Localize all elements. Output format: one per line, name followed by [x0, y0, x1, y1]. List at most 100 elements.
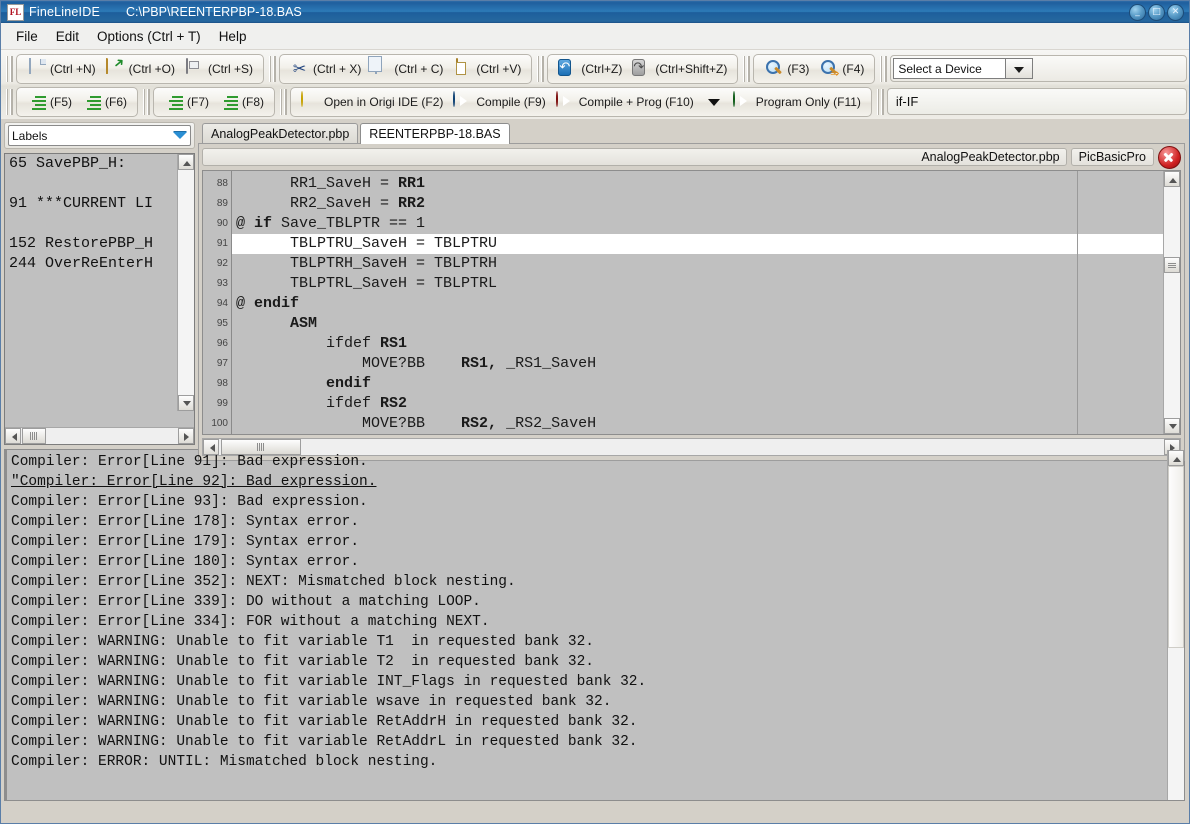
tab-reenterpbp[interactable]: REENTERPBP-18.BAS — [360, 123, 509, 144]
device-select-value[interactable]: Select a Device — [893, 58, 1005, 79]
compiler-output-text[interactable]: Compiler: Error[Line 91]: Bad expression… — [5, 450, 1167, 800]
device-select[interactable]: Select a Device — [893, 58, 1033, 79]
compile-button[interactable]: Compile (F9) — [448, 91, 550, 112]
new-file-icon — [27, 59, 46, 78]
vscroll-thumb[interactable] — [1164, 257, 1180, 273]
labels-selector[interactable]: Labels — [8, 125, 191, 146]
uncomment-button[interactable]: (F8) — [214, 92, 269, 111]
find-next-button[interactable]: ⇒ (F4) — [814, 58, 869, 79]
output-line[interactable]: Compiler: WARNING: Unable to fit variabl… — [11, 732, 1167, 752]
close-circle-icon[interactable] — [1158, 146, 1181, 169]
maximize-button[interactable]: □ — [1148, 4, 1165, 21]
scroll-down-icon[interactable] — [1164, 418, 1180, 434]
hscroll-thumb[interactable] — [221, 439, 301, 455]
scroll-track[interactable] — [178, 170, 194, 395]
toolbar-grip-icon-2[interactable] — [269, 56, 276, 82]
compile-and-program-label: Compile + Prog (F10) — [579, 95, 694, 109]
compile-prog-play-red-icon — [556, 92, 575, 111]
undo-button[interactable]: ↶ (Ctrl+Z) — [553, 58, 627, 79]
output-vertical-scrollbar[interactable] — [1167, 450, 1184, 800]
indent-right-button[interactable]: (F5) — [22, 92, 77, 111]
diamond-dropdown-icon[interactable] — [173, 132, 187, 146]
indent-left-button[interactable]: (F6) — [77, 92, 132, 111]
output-line[interactable]: Compiler: ERROR: UNTIL: Mismatched block… — [11, 752, 1167, 772]
find-next-magnifier-icon: ⇒ — [819, 59, 838, 78]
close-button[interactable]: ✕ — [1167, 4, 1184, 21]
output-line[interactable]: Compiler: WARNING: Unable to fit variabl… — [11, 632, 1167, 652]
menu-file[interactable]: File — [7, 26, 47, 47]
new-file-button[interactable]: (Ctrl +N) — [22, 58, 101, 79]
compile-label: Compile (F9) — [476, 95, 545, 109]
comment-button[interactable]: (F7) — [159, 92, 214, 111]
output-line[interactable]: Compiler: WARNING: Unable to fit variabl… — [11, 712, 1167, 732]
minimize-button[interactable]: _ — [1129, 4, 1146, 21]
code-text-area[interactable]: RR1_SaveH = RR1 RR2_SaveH = RR2 @ if Sav… — [232, 171, 1163, 434]
toolbar-grip-icon-9[interactable] — [877, 89, 884, 115]
output-line-selected[interactable]: "Compiler: Error[Line 92]: Bad expressio… — [11, 472, 1167, 492]
scroll-left-icon[interactable] — [203, 439, 219, 455]
paste-button[interactable]: (Ctrl +V) — [448, 58, 526, 79]
code-text: TBLPTRL_SaveH = TBLPTRL — [236, 275, 497, 292]
scroll-up-icon[interactable] — [1168, 450, 1184, 466]
toolbar-grip-icon-4[interactable] — [743, 56, 750, 82]
open-file-button[interactable]: (Ctrl +O) — [101, 58, 180, 79]
build-dropdown-button[interactable] — [699, 91, 728, 112]
menu-edit[interactable]: Edit — [47, 26, 88, 47]
output-line[interactable]: Compiler: Error[Line 93]: Bad expression… — [11, 492, 1167, 512]
output-line[interactable]: Compiler: WARNING: Unable to fit variabl… — [11, 652, 1167, 672]
labels-listbox[interactable]: 65 SavePBP_H: 91 ***CURRENT LI 152 Resto… — [4, 153, 195, 445]
list-item[interactable]: 65 SavePBP_H: — [5, 154, 194, 174]
scroll-right-icon[interactable] — [178, 428, 194, 444]
copy-button[interactable]: (Ctrl + C) — [366, 58, 448, 79]
list-item[interactable]: 244 OverReEnterH — [5, 254, 194, 274]
toolbar-grip-icon[interactable] — [6, 56, 13, 82]
menu-help[interactable]: Help — [210, 26, 256, 47]
code-scroll-area[interactable]: 88 89 90 91 92 93 94 95 96 97 98 99 — [203, 171, 1163, 434]
code-editor[interactable]: 88 89 90 91 92 93 94 95 96 97 98 99 — [202, 170, 1181, 435]
output-line[interactable]: Compiler: Error[Line 334]: FOR without a… — [11, 612, 1167, 632]
output-line[interactable]: Compiler: Error[Line 179]: Syntax error. — [11, 532, 1167, 552]
labels-vertical-scrollbar[interactable] — [177, 154, 194, 411]
scroll-down-icon[interactable] — [178, 395, 194, 411]
compiler-output-box[interactable]: Compiler: Error[Line 91]: Bad expression… — [4, 449, 1185, 801]
output-line[interactable]: Compiler: Error[Line 352]: NEXT: Mismatc… — [11, 572, 1167, 592]
labels-horizontal-scrollbar[interactable] — [5, 427, 194, 444]
scroll-left-icon[interactable] — [5, 428, 21, 444]
code-line-highlighted: TBLPTRU_SaveH = TBLPTRU — [232, 234, 1163, 254]
toolbar-grip-icon-7[interactable] — [143, 89, 150, 115]
output-line[interactable]: Compiler: Error[Line 339]: DO without a … — [11, 592, 1167, 612]
scroll-up-icon[interactable] — [1164, 171, 1180, 187]
toolbar-grip-icon-8[interactable] — [280, 89, 287, 115]
open-in-origi-ide-button[interactable]: Open in Origi IDE (F2) — [296, 91, 448, 112]
code-text: Save_TBLPTR == 1 — [272, 215, 425, 232]
status-field: if-IF — [887, 88, 1187, 115]
list-item[interactable]: 152 RestorePBP_H — [5, 234, 194, 254]
cut-button[interactable]: ✂ (Ctrl + X) — [285, 58, 366, 79]
vscroll-thumb[interactable] — [1168, 466, 1184, 648]
language-pill[interactable]: PicBasicPro — [1071, 148, 1154, 166]
line-number: 97 — [203, 354, 231, 374]
program-only-button[interactable]: Program Only (F11) — [728, 91, 866, 112]
menu-options[interactable]: Options (Ctrl + T) — [88, 26, 210, 47]
redo-button[interactable]: ↷ (Ctrl+Shift+Z) — [627, 58, 732, 79]
output-line[interactable]: Compiler: Error[Line 91]: Bad expression… — [11, 452, 1167, 472]
output-line[interactable]: Compiler: Error[Line 178]: Syntax error. — [11, 512, 1167, 532]
toolbar-grip-icon-6[interactable] — [6, 89, 13, 115]
chevron-down-icon[interactable] — [1005, 58, 1033, 79]
hscroll-thumb[interactable] — [22, 428, 46, 444]
editor-vertical-scrollbar[interactable] — [1163, 171, 1180, 434]
compile-and-program-button[interactable]: Compile + Prog (F10) — [551, 91, 699, 112]
toolbar-grip-icon-3[interactable] — [537, 56, 544, 82]
save-file-button[interactable]: (Ctrl +S) — [180, 58, 258, 79]
toolbar-grip-icon-5[interactable] — [880, 56, 887, 82]
list-item[interactable]: 91 ***CURRENT LI — [5, 194, 194, 214]
scroll-up-icon[interactable] — [178, 154, 194, 170]
line-number: 100 — [203, 414, 231, 434]
output-line[interactable]: Compiler: WARNING: Unable to fit variabl… — [11, 672, 1167, 692]
toolbar-row-1: (Ctrl +N) (Ctrl +O) (Ctrl +S) ✂ (Ctrl + … — [1, 52, 1189, 85]
code-keyword: RS2, — [461, 415, 497, 432]
output-line[interactable]: Compiler: WARNING: Unable to fit variabl… — [11, 692, 1167, 712]
tab-analogpeakdetector[interactable]: AnalogPeakDetector.pbp — [202, 123, 358, 143]
find-button[interactable]: (F3) — [759, 58, 814, 79]
output-line[interactable]: Compiler: Error[Line 180]: Syntax error. — [11, 552, 1167, 572]
